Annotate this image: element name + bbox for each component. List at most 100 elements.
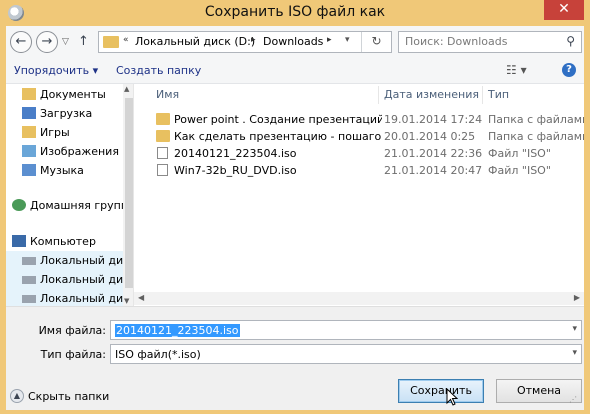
scrollbar-thumb[interactable] [125, 98, 133, 288]
pictures-icon [22, 145, 36, 157]
music-icon [22, 164, 36, 176]
nav-item-label: Локальный диск [40, 254, 123, 267]
details-view-icon: ☷ ▾ [506, 63, 527, 77]
file-row[interactable]: Win7-32b_RU_DVD.iso 21.01.2014 20:47 Фай… [152, 162, 584, 179]
close-button[interactable]: ✕ [544, 0, 584, 20]
nav-item-local-drive[interactable]: Локальный диск [6, 251, 123, 270]
file-list: Имя Дата изменения Тип Power point . Соз… [134, 84, 584, 306]
arrow-left-icon: ← [15, 34, 27, 49]
chevron-down-icon[interactable]: ▾ [572, 324, 577, 334]
file-icon [157, 147, 168, 159]
file-name: Win7-32b_RU_DVD.iso [174, 164, 297, 177]
help-icon: ? [566, 64, 572, 75]
homegroup-icon [12, 199, 26, 211]
chevron-right-icon[interactable]: ▸ [327, 35, 332, 45]
up-button[interactable]: ↑ [78, 34, 89, 49]
nav-item-music[interactable]: Музыка [6, 161, 123, 180]
nav-item-documents[interactable]: Документы [6, 85, 123, 104]
nav-item-downloads[interactable]: Загрузка [6, 104, 123, 123]
file-name: 20140121_223504.iso [174, 147, 297, 160]
file-date: 21.01.2014 22:36 [384, 147, 483, 160]
nav-item-pictures[interactable]: Изображения [6, 142, 123, 161]
filetype-select[interactable]: ISO файл(*.iso) ▾ [110, 344, 582, 364]
save-form: Имя файла: 20140121_223504.iso ▾ Тип фай… [6, 306, 584, 410]
chevron-right-icon[interactable]: ▸ [251, 35, 256, 45]
games-icon [22, 126, 36, 138]
column-header-type[interactable]: Тип [488, 88, 509, 101]
breadcrumb-downloads[interactable]: Downloads [263, 35, 323, 48]
nav-item-computer[interactable]: Компьютер [6, 232, 123, 251]
mouse-cursor-icon [446, 388, 458, 406]
file-type: Папка с файлами [488, 130, 584, 143]
chevron-down-icon: ▾ [345, 35, 350, 45]
drive-icon [22, 257, 36, 265]
filename-field[interactable]: 20140121_223504.iso ▾ [110, 320, 582, 340]
help-button[interactable]: ? [562, 63, 576, 77]
column-header-name[interactable]: Имя [156, 88, 179, 101]
breadcrumb-overflow-icon[interactable]: « [123, 35, 129, 45]
breadcrumb-drive[interactable]: Локальный диск (D:) [135, 35, 255, 48]
filename-label: Имя файла: [38, 324, 106, 337]
file-date: 19.01.2014 17:24 [384, 113, 483, 126]
arrow-up-icon: ↑ [78, 34, 89, 49]
file-row[interactable]: 20140121_223504.iso 21.01.2014 22:36 Фай… [152, 145, 584, 162]
column-divider[interactable] [378, 86, 379, 104]
address-bar[interactable]: « Локальный диск (D:) ▸ Downloads ▸ ▾ ↻ [98, 31, 392, 53]
scroll-right-icon[interactable]: ▶ [574, 293, 580, 302]
file-type: Папка с файлами [488, 113, 584, 126]
drive-icon [22, 276, 36, 284]
window-frame-bottom [0, 410, 590, 414]
refresh-icon: ↻ [371, 34, 382, 48]
column-header-date[interactable]: Дата изменения [384, 88, 479, 101]
address-dropdown[interactable]: ▾ [345, 35, 350, 45]
nav-item-label: Домашняя группа [30, 199, 123, 212]
resize-grip-icon[interactable]: ⋰ [569, 395, 577, 404]
nav-item-label: Музыка [40, 164, 84, 177]
chevron-down-icon[interactable]: ▾ [572, 348, 577, 358]
column-divider[interactable] [482, 86, 483, 104]
nav-item-games[interactable]: Игры [6, 123, 123, 142]
scroll-down-icon[interactable]: ▼ [124, 297, 129, 305]
nav-item-label: Документы [40, 88, 106, 101]
file-date: 21.01.2014 20:47 [384, 164, 483, 177]
computer-icon [12, 235, 26, 247]
nav-item-label: Изображения [40, 145, 119, 158]
organize-button[interactable]: Упорядочить ▾ [14, 64, 98, 77]
filename-value: 20140121_223504.iso [115, 324, 240, 337]
scroll-left-icon[interactable]: ◀ [138, 293, 144, 302]
nav-item-homegroup[interactable]: Домашняя группа [6, 196, 123, 215]
save-button[interactable]: Сохранить [398, 379, 484, 403]
chevron-up-icon: ▲ [10, 389, 24, 403]
nav-item-label: Компьютер [30, 235, 96, 248]
file-list-hscrollbar[interactable]: ◀ ▶ [134, 292, 584, 305]
file-row[interactable]: Power point . Создание презентаций с н..… [152, 111, 584, 128]
arrow-right-icon: → [41, 34, 53, 49]
search-input[interactable]: Поиск: Downloads ⚲ [398, 31, 582, 53]
window-title: Сохранить ISO файл как [204, 4, 386, 20]
new-folder-button[interactable]: Создать папку [116, 64, 201, 77]
file-row[interactable]: Как сделать презентацию - пошаговое ... … [152, 128, 584, 145]
command-toolbar: Упорядочить ▾ Создать папку ☷ ▾ ? [6, 58, 584, 84]
folder-icon [156, 130, 170, 142]
file-type: Файл "ISO" [488, 164, 551, 177]
nav-item-label: Игры [40, 126, 70, 139]
nav-pane-scrollbar[interactable]: ▲ ▼ [123, 84, 133, 306]
forward-button[interactable]: → [36, 31, 58, 53]
nav-item-local-drive[interactable]: Локальный диск [6, 270, 123, 289]
navigation-bar: ← → ▽ ↑ « Локальный диск (D:) ▸ Download… [6, 26, 584, 58]
nav-item-local-drive[interactable]: Локальный диск [6, 289, 123, 306]
scroll-up-icon[interactable]: ▲ [124, 85, 129, 93]
change-view-button[interactable]: ☷ ▾ [506, 63, 527, 77]
refresh-button[interactable]: ↻ [361, 32, 391, 52]
file-date: 20.01.2014 0:25 [384, 130, 476, 143]
file-type: Файл "ISO" [488, 147, 551, 160]
window-frame-right [584, 26, 590, 414]
chevron-down-icon: ▽ [62, 37, 69, 47]
back-button[interactable]: ← [10, 31, 32, 53]
search-icon: ⚲ [566, 34, 575, 48]
title-bar: Сохранить ISO файл как ✕ [0, 0, 590, 26]
filetype-label: Тип файла: [40, 348, 106, 361]
hide-folders-label: Скрыть папки [28, 390, 110, 403]
recent-locations-button[interactable]: ▽ [62, 37, 69, 47]
search-placeholder: Поиск: Downloads [405, 35, 508, 48]
